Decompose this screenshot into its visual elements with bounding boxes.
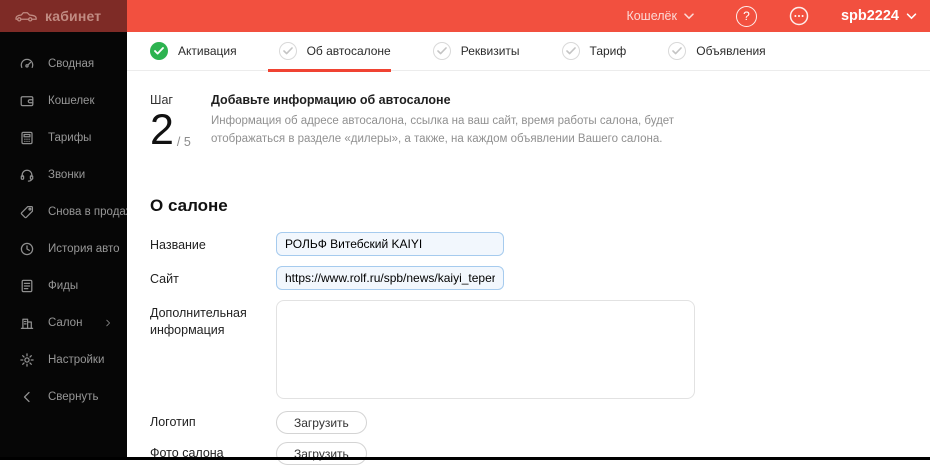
chevron-down-icon <box>684 12 694 19</box>
logo-label: Логотип <box>150 415 196 430</box>
wallet-icon <box>20 95 34 106</box>
sidebar-item-label: Фиды <box>48 279 79 292</box>
gauge-icon <box>20 58 34 68</box>
gear-icon <box>20 352 34 367</box>
headset-icon <box>20 169 34 182</box>
step-requisites[interactable]: Реквизиты <box>432 32 520 71</box>
sidebar: кабинет Сводная Кошелек Тарифы Звонки Сн… <box>0 0 140 457</box>
step-total: / 5 <box>176 135 191 149</box>
step-ads[interactable]: Объявления <box>668 32 766 71</box>
sidebar-item-settings[interactable]: Настройки <box>0 341 127 378</box>
topbar: Кошелёк ? spb2224 <box>127 0 930 32</box>
car-icon <box>15 12 37 22</box>
check-done-icon <box>150 42 168 60</box>
check-pending-icon <box>561 42 580 60</box>
app-logo[interactable]: кабинет <box>0 0 127 32</box>
sidebar-item-back-on-sale[interactable]: Снова в продаже <box>0 193 140 230</box>
account-dropdown[interactable]: spb2224 <box>841 8 917 24</box>
help-icon[interactable]: ? <box>735 5 757 27</box>
sidebar-nav: Сводная Кошелек Тарифы Звонки Снова в пр… <box>0 32 140 415</box>
sidebar-item-calls[interactable]: Звонки <box>0 156 127 193</box>
sidebar-item-label: Тарифы <box>48 131 92 144</box>
topbar-wallet-dropdown[interactable]: Кошелёк <box>626 9 694 23</box>
sidebar-item-tariffs[interactable]: Тарифы <box>0 119 127 156</box>
step-tariff[interactable]: Тариф <box>561 32 627 71</box>
logo-upload-button[interactable]: Загрузить <box>276 411 367 434</box>
form-row-site: Сайт <box>150 266 930 290</box>
help-glyph: ? <box>743 9 750 23</box>
step-label: Тариф <box>589 44 627 58</box>
feed-icon <box>21 279 33 292</box>
name-label: Название <box>150 238 206 252</box>
sidebar-item-car-history[interactable]: История авто <box>0 230 140 267</box>
chat-bubble-icon <box>789 6 809 26</box>
sidebar-item-label: Звонки <box>48 168 86 181</box>
form-row-logo: Логотип Загрузить <box>150 411 930 434</box>
extra-info-label: Дополнительная информация <box>150 306 247 337</box>
wizard-description: Информация об адресе автосалона, ссылка … <box>211 115 675 145</box>
sidebar-item-label: Кошелек <box>48 94 95 107</box>
name-input[interactable] <box>276 232 504 256</box>
window-bottom-edge <box>0 457 930 460</box>
calculator-icon <box>21 131 33 144</box>
chevron-left-icon <box>23 391 30 402</box>
check-pending-icon <box>668 42 687 60</box>
step-activation[interactable]: Активация <box>150 32 237 71</box>
sidebar-item-wallet[interactable]: Кошелек <box>0 82 127 119</box>
wizard-header: Шаг 2 / 5 Добавьте информацию об автосал… <box>127 71 930 152</box>
salon-form: Название Сайт Дополнительная информация … <box>150 232 930 465</box>
sidebar-item-summary[interactable]: Сводная <box>0 45 127 82</box>
sidebar-item-salon[interactable]: Салон <box>0 304 127 341</box>
sidebar-item-collapse[interactable]: Свернуть <box>0 378 127 415</box>
main-content: Активация Об автосалоне Реквизиты Тариф <box>127 32 930 465</box>
step-label: Реквизиты <box>460 44 520 58</box>
sidebar-item-label: Сводная <box>48 57 95 70</box>
check-pending-icon <box>278 42 297 60</box>
site-input[interactable] <box>276 266 504 290</box>
chat-icon[interactable] <box>787 4 811 28</box>
sidebar-item-feeds[interactable]: Фиды <box>0 267 127 304</box>
step-label: Об автосалоне <box>306 44 391 58</box>
section-title: О салоне <box>150 196 228 215</box>
chevron-right-icon <box>106 319 110 326</box>
building-icon <box>20 318 34 329</box>
step-about-salon[interactable]: Об автосалоне <box>267 32 391 72</box>
chevron-down-icon <box>906 12 917 19</box>
tag-icon <box>20 205 34 218</box>
form-row-extra-info: Дополнительная информация <box>150 300 930 399</box>
wizard-steps: Активация Об автосалоне Реквизиты Тариф <box>127 32 930 72</box>
form-row-name: Название <box>150 232 930 256</box>
extra-info-textarea[interactable] <box>276 300 695 399</box>
app-window: кабинет Сводная Кошелек Тарифы Звонки Сн… <box>0 0 930 465</box>
topbar-wallet-label: Кошелёк <box>626 9 677 23</box>
sidebar-item-label: Салон <box>48 316 83 329</box>
sidebar-item-label: Настройки <box>48 353 105 366</box>
check-pending-icon <box>432 42 451 60</box>
app-logo-label: кабинет <box>45 8 102 24</box>
wizard-title: Добавьте информацию об автосалоне <box>211 93 451 107</box>
sidebar-item-label: Свернуть <box>48 390 99 403</box>
site-label: Сайт <box>150 272 179 286</box>
clock-icon <box>20 242 34 255</box>
step-word: Шаг <box>150 93 173 107</box>
account-label: spb2224 <box>840 8 899 24</box>
step-label: Активация <box>178 44 237 58</box>
step-label: Объявления <box>696 44 766 58</box>
step-number: 2 <box>150 106 174 154</box>
sidebar-item-label: История авто <box>48 242 120 255</box>
